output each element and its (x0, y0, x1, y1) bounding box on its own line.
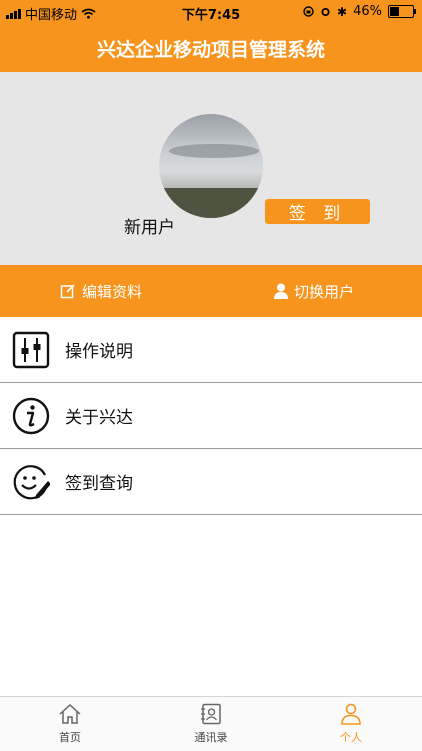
tab-contacts[interactable]: 通讯录 (171, 703, 251, 745)
person-icon (341, 703, 361, 725)
menu-item-about[interactable]: 关于兴达 (0, 383, 422, 449)
checkin-button[interactable]: 签 到 (265, 199, 370, 224)
menu-item-label: 签到查询 (65, 474, 133, 494)
switch-user-label: 切换用户 (294, 282, 355, 301)
avatar[interactable] (159, 114, 263, 218)
profile-section: 新用户 签 到 (0, 72, 422, 265)
username: 新用户 (124, 218, 175, 238)
menu-item-checkin-query[interactable]: 签到查询 (0, 449, 422, 515)
sliders-icon (12, 331, 50, 369)
menu-item-label: 操作说明 (65, 342, 133, 362)
bluetooth-icon: ✱ (337, 4, 348, 19)
battery-percent: 46% (353, 4, 382, 19)
contacts-icon (201, 703, 221, 725)
menu-list: 操作说明 关于兴达 签到查询 (0, 317, 422, 515)
status-bar: 中国移动 下午7:45 ✱ 46% (0, 0, 422, 24)
tab-me[interactable]: 个人 (311, 703, 391, 745)
home-icon (59, 703, 81, 724)
tab-home[interactable]: 首页 (30, 703, 110, 745)
battery-icon (388, 5, 416, 18)
status-right: ✱ 46% (303, 4, 416, 19)
tab-label: 通讯录 (194, 731, 228, 744)
menu-item-label: 关于兴达 (65, 408, 133, 428)
rotation-lock-icon (303, 6, 314, 17)
edit-profile-label: 编辑资料 (82, 282, 143, 301)
edit-profile-button[interactable]: 编辑资料 (60, 265, 142, 317)
action-bar: 编辑资料 切换用户 (0, 265, 422, 317)
user-icon (274, 283, 288, 299)
edit-icon (60, 284, 75, 299)
smiley-pen-icon (13, 465, 50, 500)
tab-label: 首页 (59, 731, 81, 744)
menu-item-instructions[interactable]: 操作说明 (0, 317, 422, 383)
nav-bar: 兴达企业移动项目管理系统 (0, 24, 422, 72)
page-title: 兴达企业移动项目管理系统 (96, 38, 325, 61)
info-icon (12, 397, 50, 435)
switch-user-button[interactable]: 切换用户 (274, 265, 354, 317)
tab-bar: 首页 通讯录 个人 (0, 696, 422, 751)
tab-label: 个人 (340, 731, 362, 744)
alarm-icon (321, 8, 330, 16)
